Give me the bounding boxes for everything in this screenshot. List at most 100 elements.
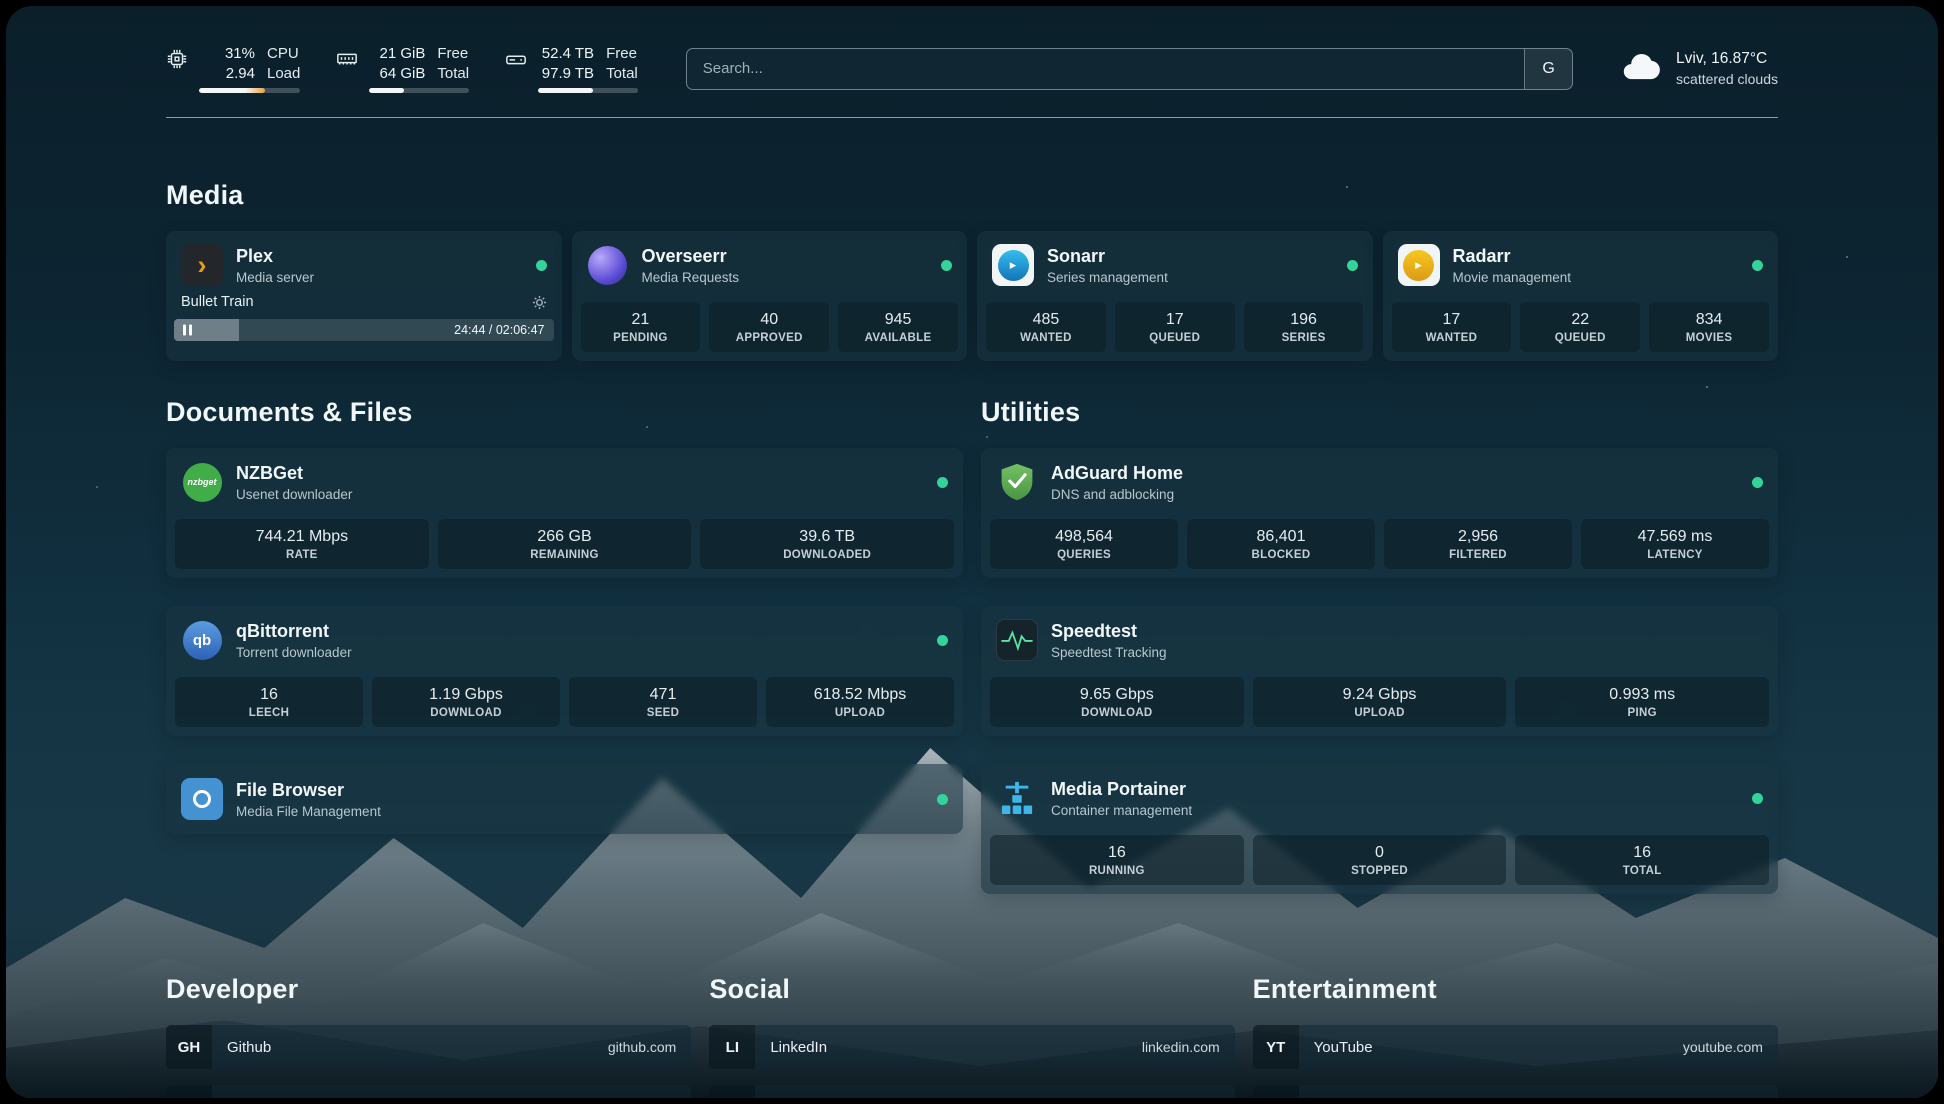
- stat-value: 16: [1519, 844, 1765, 862]
- bookmark-linkedin[interactable]: LI LinkedIn linkedin.com: [709, 1025, 1234, 1069]
- top-bar: 31% 2.94 CPU Load: [166, 44, 1778, 93]
- stat-value: 22: [1524, 311, 1636, 329]
- stat-available: 945 AVAILABLE: [838, 302, 958, 352]
- section-title-utilities: Utilities: [981, 397, 1778, 428]
- app-card-sonarr[interactable]: ▸ Sonarr Series management 485 WANTED: [977, 231, 1373, 361]
- bookmark-youtube[interactable]: YT YouTube youtube.com: [1253, 1025, 1778, 1069]
- cpu-usage-bar: [199, 88, 300, 93]
- app-card-plex[interactable]: › Plex Media server Bullet Train: [166, 231, 562, 361]
- ram-total: 64 GiB: [369, 64, 425, 84]
- stat-queued: 22 QUEUED: [1520, 302, 1640, 352]
- header-divider: [166, 117, 1778, 118]
- pause-icon[interactable]: [183, 325, 192, 336]
- app-card-adguard[interactable]: AdGuard Home DNS and adblocking 498,564 …: [981, 448, 1778, 578]
- bookmark-netflix[interactable]: NF Netflix netflix.com: [1253, 1085, 1778, 1098]
- now-playing-title: Bullet Train: [181, 294, 254, 310]
- stat-rate: 744.21 Mbps RATE: [175, 519, 429, 569]
- app-name: Radarr: [1453, 246, 1572, 267]
- search-engine-label: G: [1542, 60, 1554, 78]
- stat-label: DOWNLOAD: [376, 707, 556, 719]
- stat-value: 39.6 TB: [704, 528, 950, 546]
- stat-value: 9.24 Gbps: [1257, 686, 1503, 704]
- stat-leech: 16 LEECH: [175, 677, 363, 727]
- stat-label: LEECH: [179, 707, 359, 719]
- stat-series: 196 SERIES: [1244, 302, 1364, 352]
- app-description: DNS and adblocking: [1051, 487, 1183, 502]
- ram-label-top: Free: [437, 44, 469, 64]
- stat-value: 47.569 ms: [1585, 528, 1765, 546]
- section-title-developer: Developer: [166, 974, 691, 1005]
- stackoverflow-icon: SO: [166, 1085, 212, 1098]
- stat-value: 16: [179, 686, 359, 704]
- status-online-dot: [1347, 260, 1358, 271]
- stat-download: 9.65 Gbps DOWNLOAD: [990, 677, 1244, 727]
- stat-latency: 47.569 ms LATENCY: [1581, 519, 1769, 569]
- app-name: Speedtest: [1051, 621, 1167, 642]
- sonarr-icon: ▸: [992, 244, 1034, 286]
- stat-label: UPLOAD: [1257, 707, 1503, 719]
- stat-pending: 21 PENDING: [581, 302, 701, 352]
- disk-monitor: 52.4 TB 97.9 TB Free Total: [505, 44, 638, 93]
- stat-label: SERIES: [1248, 332, 1360, 344]
- stat-running: 16 RUNNING: [990, 835, 1244, 885]
- app-card-qbittorrent[interactable]: qb qBittorrent Torrent downloader 16 LEE…: [166, 606, 963, 736]
- status-online-dot: [1752, 477, 1763, 488]
- app-name: AdGuard Home: [1051, 463, 1183, 484]
- bookmark-twitter[interactable]: TW Twitter twitter.com: [709, 1085, 1234, 1098]
- app-card-nzbget[interactable]: nzbget NZBGet Usenet downloader 744.21 M…: [166, 448, 963, 578]
- speedtest-pulse-icon: [996, 619, 1038, 661]
- section-title-media: Media: [166, 180, 1778, 211]
- stat-label: RUNNING: [994, 865, 1240, 877]
- qbittorrent-icon: qb: [183, 621, 222, 660]
- nzbget-icon: nzbget: [183, 463, 222, 502]
- cpu-load-average: 2.94: [199, 64, 255, 84]
- gear-icon[interactable]: [532, 295, 547, 310]
- stat-value: 945: [842, 311, 954, 329]
- stat-label: PENDING: [585, 332, 697, 344]
- status-online-dot: [1752, 793, 1763, 804]
- status-online-dot: [1752, 260, 1763, 271]
- stat-value: 40: [713, 311, 825, 329]
- bookmark-name: LinkedIn: [755, 1039, 827, 1056]
- disk-label-top: Free: [606, 44, 638, 64]
- stat-label: APPROVED: [713, 332, 825, 344]
- bookmark-github[interactable]: GH Github github.com: [166, 1025, 691, 1069]
- app-description: Media Requests: [642, 270, 740, 285]
- stat-value: 86,401: [1191, 528, 1371, 546]
- playback-progress-bar[interactable]: 24:44 / 02:06:47: [174, 319, 554, 341]
- search-engine-button[interactable]: G: [1524, 49, 1572, 89]
- stat-label: RATE: [179, 549, 425, 561]
- stat-label: WANTED: [990, 332, 1102, 344]
- stat-value: 17: [1119, 311, 1231, 329]
- app-card-overseerr[interactable]: Overseerr Media Requests 21 PENDING 40 A…: [572, 231, 968, 361]
- stat-label: PING: [1519, 707, 1765, 719]
- stat-label: AVAILABLE: [842, 332, 954, 344]
- bookmark-url: github.com: [608, 1039, 691, 1055]
- bookmark-stackoverflow[interactable]: SO StackOverflow stackoverflow.com: [166, 1085, 691, 1098]
- github-icon: GH: [166, 1025, 212, 1069]
- stat-movies: 834 MOVIES: [1649, 302, 1769, 352]
- app-name: Sonarr: [1047, 246, 1168, 267]
- app-card-radarr[interactable]: ▸ Radarr Movie management 17 WANTED: [1383, 231, 1779, 361]
- app-card-portainer[interactable]: Media Portainer Container management 16 …: [981, 764, 1778, 894]
- stat-label: QUEUED: [1524, 332, 1636, 344]
- stat-value: 471: [573, 686, 753, 704]
- memory-icon: [336, 48, 358, 70]
- stat-value: 485: [990, 311, 1102, 329]
- app-description: Torrent downloader: [236, 645, 352, 660]
- plex-icon: ›: [181, 244, 223, 286]
- search-input[interactable]: [687, 49, 1524, 89]
- app-card-filebrowser[interactable]: File Browser Media File Management: [166, 764, 963, 834]
- app-description: Series management: [1047, 270, 1168, 285]
- cloud-icon: [1621, 51, 1663, 86]
- app-card-speedtest[interactable]: Speedtest Speedtest Tracking 9.65 Gbps D…: [981, 606, 1778, 736]
- stat-approved: 40 APPROVED: [709, 302, 829, 352]
- app-name: File Browser: [236, 780, 381, 801]
- stat-value: 2,956: [1388, 528, 1568, 546]
- status-online-dot: [536, 260, 547, 271]
- radarr-icon: ▸: [1398, 244, 1440, 286]
- status-online-dot: [937, 794, 948, 805]
- twitter-icon: TW: [709, 1085, 755, 1098]
- stat-queued: 17 QUEUED: [1115, 302, 1235, 352]
- stat-downloaded: 39.6 TB DOWNLOADED: [700, 519, 954, 569]
